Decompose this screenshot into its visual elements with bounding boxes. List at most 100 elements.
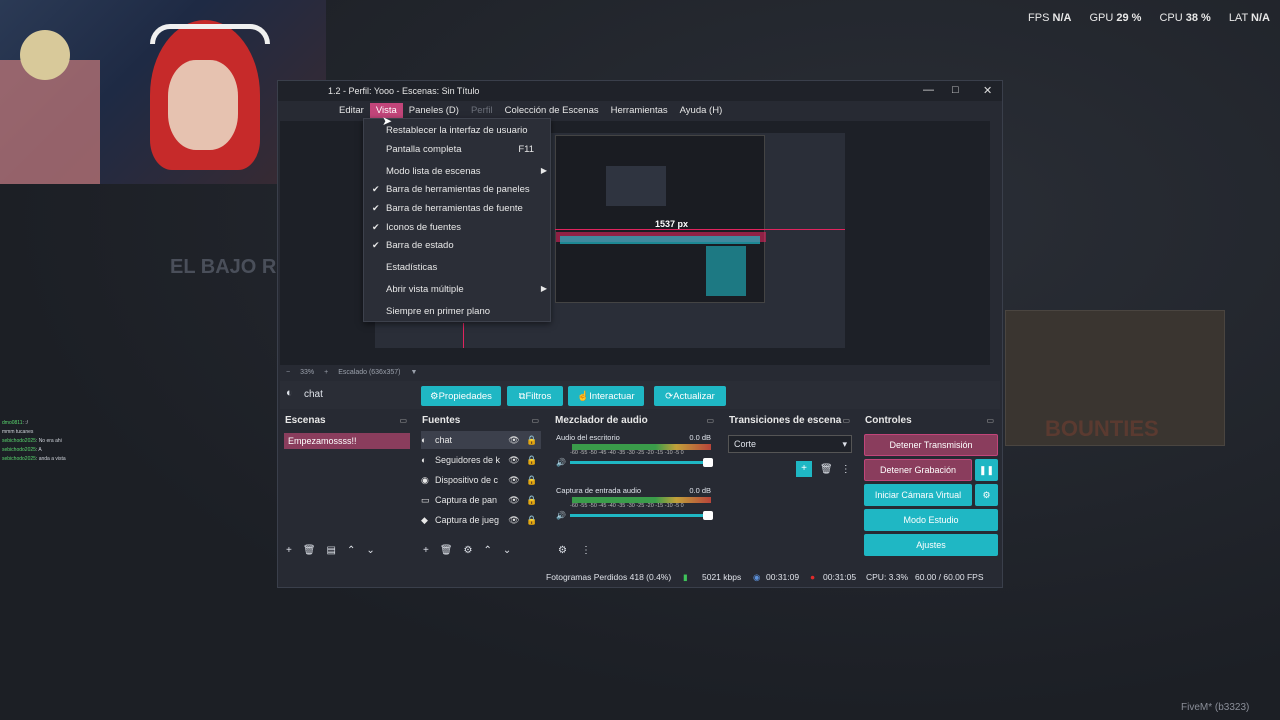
cpu-usage: CPU: 3.3% — [866, 572, 909, 582]
scaling-dropdown-icon[interactable]: ▼ — [410, 369, 417, 376]
speaker-icon[interactable]: 🔊 — [556, 511, 570, 520]
menu-herramientas[interactable]: Herramientas — [605, 103, 674, 118]
stop-stream-button[interactable]: Detener Transmisión — [864, 434, 998, 456]
bounties-text: BOUNTIES — [1045, 416, 1159, 441]
move-down-icon[interactable]: ⌄ — [503, 545, 511, 556]
dock-float-icon[interactable]: ▭ — [531, 416, 539, 425]
measure-line — [555, 229, 845, 230]
studio-mode-button[interactable]: Modo Estudio — [864, 509, 998, 531]
fivem-label: FiveM* (b3323) — [1181, 702, 1250, 713]
meter-scale: -60 -55 -50 -45 -40 -35 -30 -25 -20 -15 … — [570, 503, 684, 509]
menu-ayuda[interactable]: Ayuda (H) — [674, 103, 729, 118]
source-toolbar: ◐ chat ⚙ Propiedades ⧉ Filtros ☝ Interac… — [280, 381, 1000, 409]
dock-float-icon[interactable]: ▭ — [706, 416, 714, 425]
visibility-eye-icon[interactable]: 👁 — [505, 495, 523, 506]
move-up-icon[interactable]: ⌃ — [347, 545, 355, 556]
menu-coleccion[interactable]: Colección de Escenas — [499, 103, 605, 118]
add-source-icon[interactable]: + — [423, 545, 429, 556]
dock-float-icon[interactable]: ▭ — [842, 416, 850, 425]
source-row[interactable]: ◆ Captura de jueg 👁 🔒 — [421, 511, 541, 529]
stop-record-button[interactable]: Detener Grabación — [864, 459, 972, 481]
chat-line: sebichodo2025: No era ahi — [2, 438, 62, 444]
lock-icon[interactable]: 🔒 — [523, 515, 541, 526]
camera-source-icon: ◉ — [421, 474, 429, 485]
checkmark-icon: ✔ — [372, 222, 380, 232]
channel-db: 0.0 dB — [689, 433, 711, 442]
move-down-icon[interactable]: ⌄ — [366, 545, 374, 556]
delete-source-icon[interactable]: 🗑 — [440, 545, 453, 556]
vista-dropdown-menu: Restablecer la interfaz de usuario Panta… — [363, 118, 551, 322]
menu-editar[interactable]: Editar — [333, 103, 370, 118]
add-scene-icon[interactable]: + — [286, 545, 292, 556]
settings-button[interactable]: Ajustes — [864, 534, 998, 556]
delete-transition-icon[interactable]: 🗑 — [820, 464, 833, 475]
chat-line: sebichodo2025: A — [2, 447, 42, 453]
source-row[interactable]: ◐ chat 👁 🔒 — [421, 431, 541, 449]
visibility-eye-icon[interactable]: 👁 — [505, 455, 523, 466]
chat-line: mmm tucanes — [2, 429, 34, 435]
scenes-title: Escenas — [285, 414, 326, 426]
zoom-bar: − 33% + Escalado (636x357) ▼ — [280, 365, 990, 379]
mixer-menu-icon[interactable]: ⋮ — [581, 545, 591, 556]
browser-source-icon: ◐ — [421, 435, 427, 445]
transition-menu-icon[interactable]: ⋮ — [841, 464, 851, 475]
mixer-toolbar: ⚙ ⋮ — [558, 545, 591, 556]
measure-line-vertical — [463, 323, 464, 348]
menu-perfil[interactable]: Perfil — [465, 103, 499, 118]
game-title: EL BAJO R — [170, 256, 277, 278]
move-up-icon[interactable]: ⌃ — [484, 545, 492, 556]
source-row[interactable]: ▭ Captura de pan 👁 🔒 — [421, 491, 541, 509]
transition-tools: + 🗑 ⋮ — [796, 461, 851, 477]
filters-button[interactable]: ⧉ Filtros — [507, 386, 563, 406]
maximize-button[interactable]: □ — [952, 84, 959, 96]
record-time: 00:31:05 — [823, 572, 857, 582]
mixer-channel: Audio del escritorio 0.0 dB -60 -55 -50 -… — [556, 433, 713, 467]
scene-item[interactable]: Empezamossss!! — [284, 433, 410, 449]
dropped-frames: Fotogramas Perdidos 418 (0.4%) — [546, 572, 672, 582]
virtual-cam-settings-button[interactable]: ⚙ — [975, 484, 998, 506]
delete-scene-icon[interactable]: 🗑 — [303, 545, 316, 556]
controls-title: Controles — [865, 414, 912, 426]
zoom-out-button[interactable]: − — [286, 369, 290, 376]
volume-slider[interactable] — [570, 511, 713, 520]
record-icon: ● — [810, 572, 816, 582]
virtual-cam-button[interactable]: Iniciar Cámara Virtual — [864, 484, 972, 506]
checkmark-icon: ✔ — [372, 240, 380, 250]
stream-time: 00:31:09 — [766, 572, 800, 582]
mouse-cursor-icon: ➤ — [382, 114, 393, 128]
transition-select[interactable]: Corte ▾ — [728, 435, 852, 453]
zoom-in-button[interactable]: + — [324, 369, 328, 376]
volume-slider[interactable] — [570, 458, 713, 467]
pause-record-button[interactable]: ❚❚ — [975, 459, 998, 481]
source-settings-icon[interactable]: ⚙ — [464, 545, 473, 556]
properties-button[interactable]: ⚙ Propiedades — [421, 386, 501, 406]
visibility-eye-icon[interactable]: 👁 — [505, 435, 523, 446]
dock-float-icon[interactable]: ▭ — [399, 416, 407, 425]
menu-paneles[interactable]: Paneles (D) — [403, 103, 465, 118]
sources-title: Fuentes — [422, 414, 461, 426]
interact-button[interactable]: ☝ Interactuar — [568, 386, 644, 406]
visibility-eye-icon[interactable]: 👁 — [505, 475, 523, 486]
status-bar: Fotogramas Perdidos 418 (0.4%) ▮ 5021 kb… — [278, 569, 1002, 587]
window-title: 1.2 - Perfil: Yooo - Escenas: Sin Título — [328, 86, 480, 96]
lock-icon[interactable]: 🔒 — [523, 435, 541, 446]
lock-icon[interactable]: 🔒 — [523, 455, 541, 466]
lock-icon[interactable]: 🔒 — [523, 475, 541, 486]
game-source-icon: ◆ — [421, 514, 428, 525]
checkmark-icon: ✔ — [372, 203, 380, 213]
audio-mixer-dock: Mezclador de audio ▭ Audio del escritorio… — [550, 411, 720, 561]
refresh-button[interactable]: ⟳ Actualizar — [654, 386, 726, 406]
filter-scene-icon[interactable]: ▤ — [327, 545, 336, 556]
signal-icon: ▮ — [683, 572, 688, 582]
add-transition-icon[interactable]: + — [796, 461, 812, 477]
lock-icon[interactable]: 🔒 — [523, 495, 541, 506]
visibility-eye-icon[interactable]: 👁 — [505, 515, 523, 526]
speaker-icon[interactable]: 🔊 — [556, 458, 570, 467]
source-row[interactable]: ◐ Seguidores de k 👁 🔒 — [421, 451, 541, 469]
dock-float-icon[interactable]: ▭ — [986, 416, 994, 425]
advanced-audio-icon[interactable]: ⚙ — [558, 545, 567, 556]
source-row[interactable]: ◉ Dispositivo de c 👁 🔒 — [421, 471, 541, 489]
close-button[interactable]: ✕ — [983, 84, 992, 97]
minimize-button[interactable]: — — [923, 84, 934, 96]
chat-line: dmo0811: :/ — [2, 420, 29, 426]
